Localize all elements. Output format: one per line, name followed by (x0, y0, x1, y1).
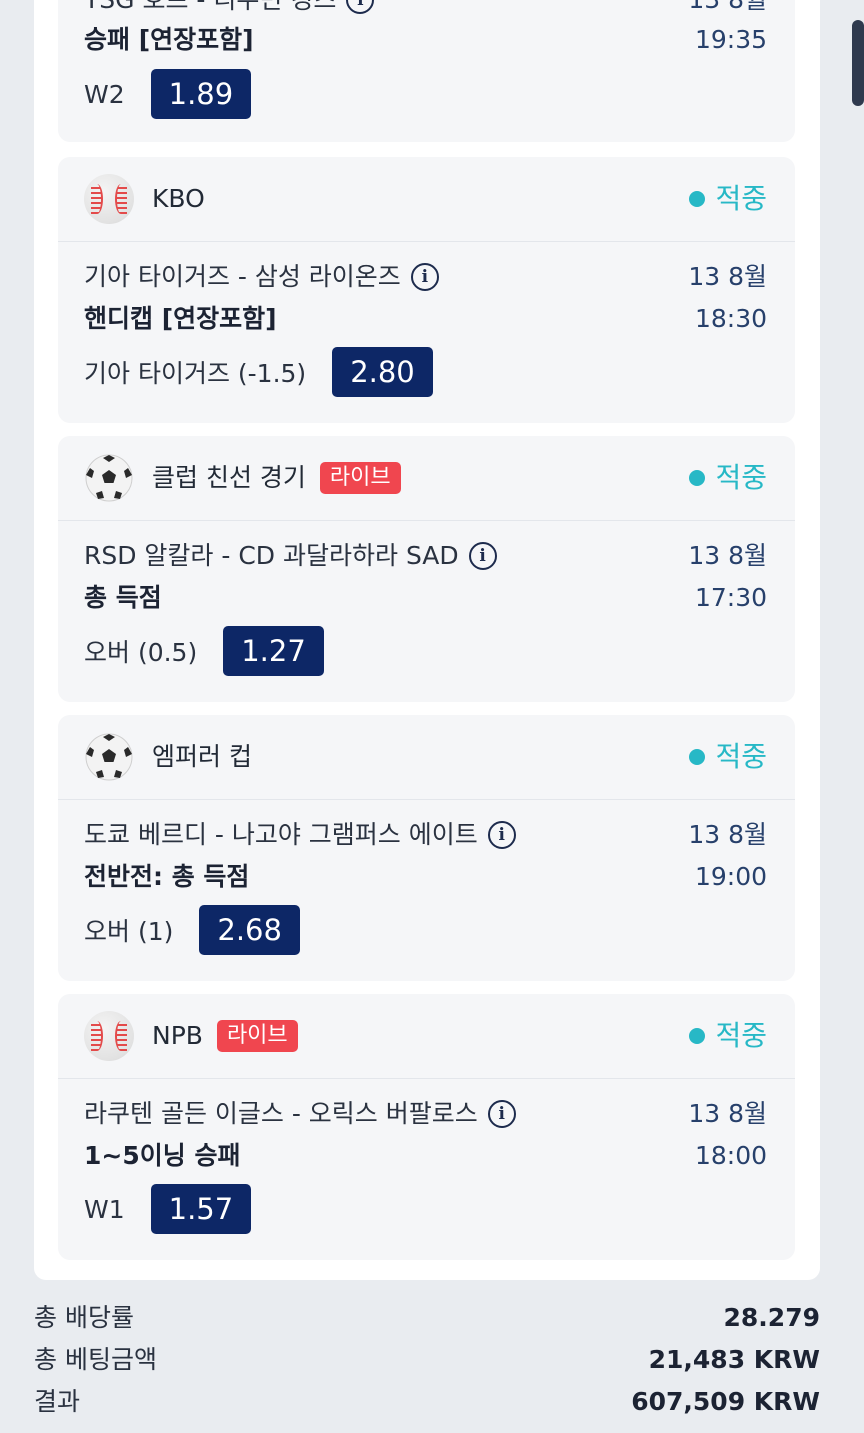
match-date: 13 8월 (688, 262, 767, 291)
league-name: KBO (152, 184, 205, 213)
info-icon[interactable]: i (468, 542, 497, 570)
pick-label: W1 (84, 1194, 125, 1224)
bet-status: 적중 (689, 1014, 767, 1058)
bet-card: KBO 적중 기아 타이거즈 - 삼성 라이온즈 i 핸디캡 [연장포함] 13… (58, 157, 795, 423)
bet-card: 엠퍼러 컵 적중 도쿄 베르디 - 나고야 그램퍼스 에이트 i 전반전: 총 … (58, 715, 795, 981)
info-icon[interactable]: i (487, 1100, 516, 1128)
pick-label: 기아 타이거즈 (-1.5) (84, 359, 307, 388)
market-name: 승패 [연장포함] (84, 25, 254, 54)
bet-card: 클럽 친선 경기 라이브 적중 RSD 알칼라 - CD 과달라하라 SAD i… (58, 436, 795, 702)
baseball-icon (84, 174, 134, 224)
total-odds-label: 총 배당률 (34, 1303, 134, 1332)
card-header: NPB 라이브 적중 (58, 994, 795, 1079)
info-icon[interactable]: i (410, 263, 439, 291)
pick-row: W1 1.57 (84, 1184, 252, 1234)
market-name: 전반전: 총 득점 (84, 862, 250, 891)
match-time: 18:30 (694, 304, 767, 333)
league-name: 엠퍼러 컵 (152, 742, 252, 771)
odds-badge: 1.27 (223, 626, 324, 676)
result-label: 결과 (34, 1387, 81, 1416)
status-dot-icon (689, 1028, 706, 1044)
summary-result: 결과 607,509 KRW (34, 1382, 820, 1422)
total-stake-value: 21,483 KRW (648, 1345, 820, 1374)
league-name: NPB 라이브 (152, 1016, 298, 1056)
bet-card-top: TSG 호프 - 리우빈 킹즈 i 승패 [연장포함] 13 8월 19:35 … (58, 0, 795, 142)
bet-status: 적중 (689, 735, 767, 779)
match-time: 19:35 (694, 25, 767, 54)
card-header: 클럽 친선 경기 라이브 적중 (58, 436, 795, 521)
total-stake-label: 총 베팅금액 (34, 1345, 157, 1374)
match-teams: 라쿠텐 골든 이글스 - 오릭스 버팔로스 i (84, 1094, 516, 1134)
odds-badge: 1.57 (150, 1184, 252, 1234)
match-time: 18:00 (694, 1141, 767, 1170)
info-icon[interactable]: i (487, 821, 516, 849)
summary-total-odds: 총 배당률 28.279 (34, 1298, 820, 1338)
live-badge: 라이브 (319, 462, 401, 494)
match-teams: 도쿄 베르디 - 나고야 그램퍼스 에이트 i (84, 815, 516, 855)
bet-status: 적중 (689, 177, 767, 221)
match-time: 17:30 (694, 583, 767, 612)
result-value: 607,509 KRW (631, 1387, 820, 1416)
match-teams: TSG 호프 - 리우빈 킹즈 i (84, 0, 375, 20)
pick-row: 오버 (0.5) 1.27 (84, 626, 324, 676)
soccer-ball-icon (84, 732, 134, 782)
bet-card: NPB 라이브 적중 라쿠텐 골든 이글스 - 오릭스 버팔로스 i 1~5이닝… (58, 994, 795, 1260)
total-odds-value: 28.279 (723, 1303, 820, 1332)
status-dot-icon (689, 470, 706, 486)
match-date: 13 8월 (688, 1099, 767, 1128)
status-dot-icon (689, 749, 706, 765)
summary-total-stake: 총 베팅금액 21,483 KRW (34, 1340, 820, 1380)
info-icon[interactable]: i (346, 0, 375, 14)
pick-row: 오버 (1) 2.68 (84, 905, 300, 955)
status-dot-icon (689, 191, 706, 207)
scrollbar[interactable] (852, 20, 864, 106)
odds-badge: 1.89 (150, 69, 252, 119)
market-name: 핸디캡 [연장포함] (84, 304, 277, 333)
pick-label: 오버 (0.5) (84, 638, 198, 667)
odds-badge: 2.68 (199, 905, 300, 955)
match-teams: RSD 알칼라 - CD 과달라하라 SAD i (84, 536, 497, 576)
pick-label: 오버 (1) (84, 917, 174, 946)
live-badge: 라이브 (216, 1020, 298, 1052)
match-time: 19:00 (694, 862, 767, 891)
market-name: 1~5이닝 승패 (84, 1141, 241, 1170)
match-date: 13 8월 (688, 0, 767, 20)
bet-status: 적중 (689, 456, 767, 500)
match-date: 13 8월 (688, 541, 767, 570)
pick-label: W2 (84, 79, 125, 109)
card-header: 엠퍼러 컵 적중 (58, 715, 795, 800)
market-name: 총 득점 (84, 583, 162, 612)
baseball-icon (84, 1011, 134, 1061)
pick-row: W2 1.89 (84, 69, 252, 119)
match-teams: 기아 타이거즈 - 삼성 라이온즈 i (84, 257, 439, 297)
match-date: 13 8월 (688, 820, 767, 849)
odds-badge: 2.80 (332, 347, 433, 397)
soccer-ball-icon (84, 453, 134, 503)
pick-row: 기아 타이거즈 (-1.5) 2.80 (84, 347, 433, 397)
league-name: 클럽 친선 경기 라이브 (152, 458, 401, 498)
card-header: KBO 적중 (58, 157, 795, 242)
